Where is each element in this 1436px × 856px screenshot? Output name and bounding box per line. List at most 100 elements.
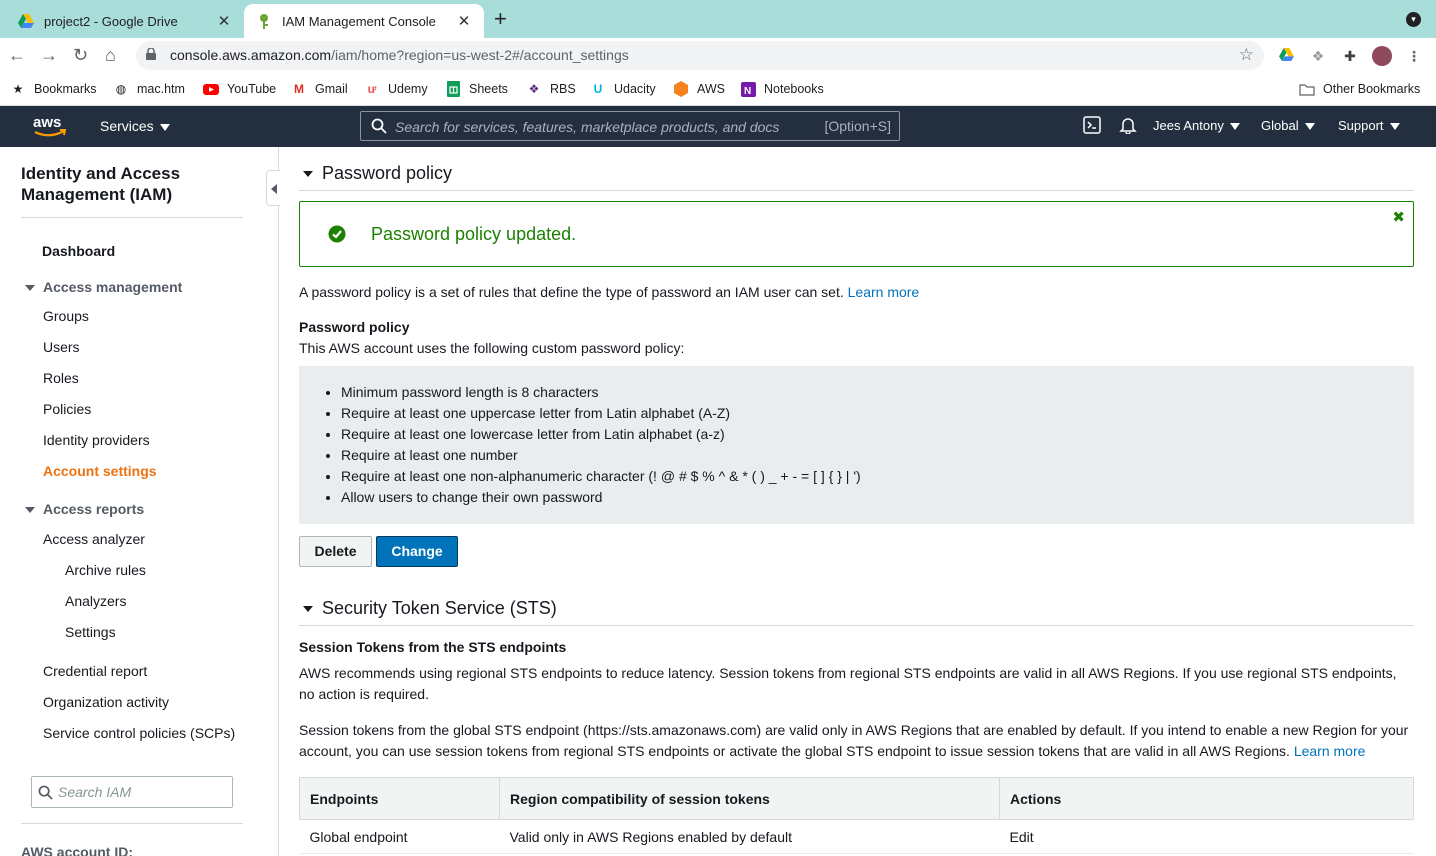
table-cell: Global endpoint <box>299 819 500 854</box>
chevron-down-icon <box>1304 123 1315 131</box>
bookmark-youtube[interactable]: YouTube <box>203 81 276 97</box>
caret-down-icon[interactable] <box>25 507 35 513</box>
sidebar-item-identity-providers[interactable]: Identity providers <box>43 432 150 448</box>
password-policy-subtext: This AWS account uses the following cust… <box>299 340 685 356</box>
bookmark-bookmarks[interactable]: ★ Bookmarks <box>10 81 97 97</box>
chevron-down-icon <box>1389 123 1400 131</box>
sidebar-item-users[interactable]: Users <box>43 339 80 355</box>
rbs-icon: ❖ <box>528 82 540 96</box>
sts-endpoints-table: Endpoints Region compatibility of sessio… <box>299 777 1414 854</box>
browser-toolbar: ← → ↻ ⌂ console.aws.amazon.com/iam/home?… <box>0 38 1436 74</box>
svg-text:N: N <box>744 86 751 97</box>
caret-down-icon[interactable] <box>25 285 35 291</box>
close-tab-icon[interactable]: ✕ <box>456 12 472 30</box>
services-menu[interactable]: Services <box>100 118 170 134</box>
caret-down-icon <box>303 171 313 177</box>
learn-more-link[interactable]: Learn more <box>848 284 920 300</box>
password-policy-rules: Minimum password length is 8 characters … <box>299 366 1414 524</box>
chevron-left-icon <box>271 184 277 194</box>
sidebar-item-archive-rules[interactable]: Archive rules <box>65 562 146 578</box>
iam-search-input[interactable] <box>58 783 226 801</box>
reload-icon[interactable]: ↻ <box>73 44 88 66</box>
new-tab-icon[interactable]: + <box>494 7 507 31</box>
youtube-icon <box>203 81 219 97</box>
dropbox-extension-icon[interactable]: ❖ <box>1309 47 1327 65</box>
support-menu[interactable]: Support <box>1338 118 1400 133</box>
svg-text:aws: aws <box>33 114 61 131</box>
address-bar[interactable]: console.aws.amazon.com/iam/home?region=u… <box>136 41 1264 70</box>
policy-rule: Require at least one lowercase letter fr… <box>341 424 861 445</box>
sts-paragraph-1: AWS recommends using regional STS endpoi… <box>299 665 1397 702</box>
sidebar-section-access-management[interactable]: Access management <box>43 279 182 295</box>
user-menu[interactable]: Jees Antony <box>1153 118 1240 133</box>
bookmark-mac-htm[interactable]: ◍ mac.htm <box>113 81 185 97</box>
extensions-puzzle-icon[interactable]: ✚ <box>1341 47 1359 65</box>
close-tab-icon[interactable]: ✕ <box>216 12 232 30</box>
back-icon[interactable]: ← <box>8 44 26 66</box>
tab-search-icon[interactable]: ▾ <box>1406 12 1421 27</box>
chevron-down-icon <box>1229 123 1240 131</box>
password-policy-intro: A password policy is a set of rules that… <box>299 284 920 300</box>
sidebar-item-dashboard[interactable]: Dashboard <box>42 243 115 259</box>
sidebar-item-scps[interactable]: Service control policies (SCPs) <box>43 725 235 741</box>
password-policy-section-header[interactable]: Password policy <box>299 155 1414 191</box>
sidebar-item-credential-report[interactable]: Credential report <box>43 663 147 679</box>
table-row: Global endpoint Valid only in AWS Region… <box>299 819 1414 854</box>
bell-icon[interactable] <box>1119 116 1137 137</box>
aws-top-nav: aws Services [Option+S] Jees Antony Glob… <box>0 106 1436 147</box>
udacity-icon: U <box>593 82 603 96</box>
aws-cube-icon <box>673 81 689 97</box>
browser-tab-iam[interactable]: IAM Management Console ✕ <box>244 4 484 38</box>
sidebar-item-roles[interactable]: Roles <box>43 370 79 386</box>
divider <box>21 217 243 218</box>
bookmark-sheets[interactable]: Sheets <box>445 81 508 97</box>
gmail-icon: M <box>294 82 304 96</box>
change-button[interactable]: Change <box>376 536 458 567</box>
sidebar-item-policies[interactable]: Policies <box>43 401 91 417</box>
tab-title: project2 - Google Drive <box>44 13 178 29</box>
bookmark-udemy[interactable]: ư Udemy <box>364 81 428 97</box>
column-header: Region compatibility of session tokens <box>499 777 1000 820</box>
cloudshell-icon[interactable] <box>1083 116 1101 137</box>
bookmark-rbs[interactable]: ❖ RBS <box>526 81 576 97</box>
bookmark-notebooks[interactable]: N Notebooks <box>740 81 824 97</box>
google-drive-extension-icon[interactable] <box>1277 47 1295 65</box>
sidebar-item-access-analyzer[interactable]: Access analyzer <box>43 531 145 547</box>
search-shortcut-hint: [Option+S] <box>824 118 891 134</box>
browser-tab-bar: project2 - Google Drive ✕ IAM Management… <box>0 0 1436 38</box>
browser-tab-drive[interactable]: project2 - Google Drive ✕ <box>6 4 244 38</box>
sidebar-item-organization-activity[interactable]: Organization activity <box>43 694 169 710</box>
sidebar-item-settings[interactable]: Settings <box>65 624 116 640</box>
forward-icon[interactable]: → <box>40 44 58 66</box>
bookmark-aws[interactable]: AWS <box>673 81 725 97</box>
divider <box>21 823 243 824</box>
aws-logo[interactable]: aws <box>32 113 68 142</box>
search-icon <box>38 785 53 800</box>
folder-icon <box>1299 81 1315 97</box>
region-menu[interactable]: Global <box>1261 118 1315 133</box>
sidebar-item-analyzers[interactable]: Analyzers <box>65 593 126 609</box>
success-flash-message: Password policy updated. ✖ <box>299 201 1414 267</box>
sts-section-header[interactable]: Security Token Service (STS) <box>299 590 1414 626</box>
sidebar-section-access-reports[interactable]: Access reports <box>43 501 144 517</box>
delete-button[interactable]: Delete <box>299 536 372 567</box>
bookmark-other[interactable]: Other Bookmarks <box>1299 81 1420 97</box>
edit-link[interactable]: Edit <box>999 819 1414 854</box>
bookmark-star-icon[interactable]: ☆ <box>1239 45 1254 65</box>
learn-more-link[interactable]: Learn more <box>1294 743 1366 759</box>
aws-search-box[interactable]: [Option+S] <box>360 111 900 141</box>
home-icon[interactable]: ⌂ <box>105 44 116 66</box>
iam-search-box[interactable] <box>31 776 233 808</box>
aws-search-input[interactable] <box>395 116 815 138</box>
column-header: Actions <box>999 777 1414 820</box>
close-icon[interactable]: ✖ <box>1392 208 1405 226</box>
policy-rule: Require at least one number <box>341 445 861 466</box>
sidebar-item-groups[interactable]: Groups <box>43 308 89 324</box>
collapse-sidebar-button[interactable] <box>266 170 280 206</box>
sidebar-item-account-settings[interactable]: Account settings <box>43 463 157 479</box>
bookmark-gmail[interactable]: M Gmail <box>291 81 348 97</box>
bookmark-udacity[interactable]: U Udacity <box>590 81 656 97</box>
profile-avatar[interactable] <box>1372 46 1392 66</box>
search-icon <box>371 118 387 134</box>
browser-menu-icon[interactable]: ⋮ <box>1405 47 1423 65</box>
